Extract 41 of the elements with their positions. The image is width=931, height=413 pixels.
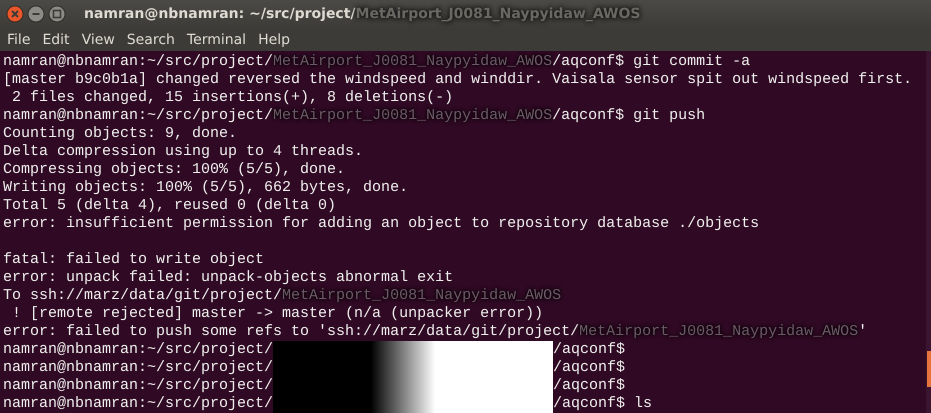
- terminal-text: namran@nbnamran:~/src/project/: [3, 53, 274, 71]
- terminal-text: ! [remote rejected] master -> master (n/a (unpacker error)): [11, 305, 544, 323]
- terminal-text: /aqconf$ ls: [553, 395, 652, 413]
- menu-item[interactable]: Edit: [42, 32, 70, 48]
- menu-item[interactable]: Terminal: [186, 32, 246, 48]
- terminal-text: /aqconf$ git push: [552, 107, 706, 125]
- terminal-text: Total 5 (delta 4), reused 0 (delta 0): [3, 197, 336, 215]
- terminal-text: [master b9c0b1a] changed reversed the windspeed and winddir. Vaisala sensor spit out windspeed first.: [3, 71, 912, 89]
- terminal-text: error: unpack failed: unpack-objects abnormal exit: [3, 269, 454, 287]
- close-icon[interactable]: [6, 5, 24, 23]
- smudged-text: MetAirport_J0081_Naypyidaw_AWOS: [282, 287, 562, 305]
- minimize-icon[interactable]: [27, 5, 45, 23]
- menu-item[interactable]: File: [7, 32, 30, 48]
- terminal-text: fatal: failed to write object: [3, 251, 264, 269]
- terminal-text: Compressing objects: 100% (5/5), done.: [3, 161, 346, 179]
- terminal-text: /aqconf$: [553, 341, 626, 359]
- smudged-text: MetAirport_J0081_Naypyidaw_AWOS: [273, 53, 552, 71]
- window-title: namran@nbnamran: ~/src/project/: [84, 6, 356, 22]
- terminal-text: Delta compression using up to 4 threads.: [3, 143, 364, 161]
- menu-item[interactable]: View: [82, 32, 115, 48]
- terminal-text: Counting objects: 9, done.: [3, 125, 238, 143]
- terminal-text: /aqconf$: [553, 377, 626, 395]
- terminal-text: /aqconf$ git commit -a: [552, 53, 750, 71]
- terminal-text: namran@nbnamran:~/src/project/: [3, 395, 274, 413]
- terminal-text: 2 files changed, 15 insertions(+), 8 deletions(-): [11, 89, 454, 107]
- terminal-text: ': [858, 323, 868, 341]
- terminal-text: /aqconf$: [553, 359, 626, 377]
- smudged-text: MetAirport_J0081_Naypyidaw_AWOS: [579, 323, 858, 341]
- smudged-text: MetAirport_J0081_Naypyidaw_AWOS: [273, 107, 552, 125]
- terminal-text: error: insufficient permission for adding an object to repository database ./objects: [3, 215, 760, 233]
- terminal-text: error: failed to push some refs to 'ssh://marz/data/git/project/: [3, 323, 580, 341]
- terminal-text: namran@nbnamran:~/src/project/: [3, 377, 274, 395]
- menu-item[interactable]: Search: [126, 32, 175, 48]
- maximize-icon[interactable]: [48, 5, 66, 23]
- scrollbar[interactable]: [926, 51, 931, 413]
- terminal-text: namran@nbnamran:~/src/project/: [3, 341, 274, 359]
- terminal-text: namran@nbnamran:~/src/project/: [3, 359, 274, 377]
- terminal-text: To ssh://marz/data/git/project/: [3, 287, 282, 305]
- terminal-text: namran@nbnamran:~/src/project/: [3, 107, 274, 125]
- terminal-text: Writing objects: 100% (5/5), 662 bytes, done.: [3, 179, 408, 197]
- menu-item[interactable]: Help: [258, 32, 290, 48]
